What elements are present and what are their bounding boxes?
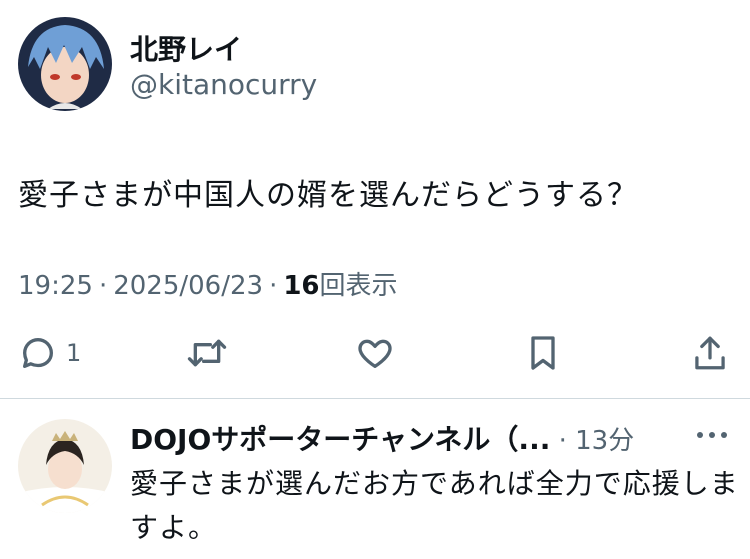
bookmark-icon [531, 336, 555, 370]
tweet-action-bar: 1 [0, 330, 750, 380]
more-options-button[interactable] [692, 425, 732, 449]
tweet-date[interactable]: 2025/06/23 [113, 271, 263, 301]
author-name[interactable]: 北野レイ [130, 28, 242, 68]
tweet-meta: 19:25 · 2025/06/23 · 16回表示 [18, 265, 398, 302]
reply-button[interactable]: 1 [18, 330, 81, 376]
views-count: 16 [283, 271, 320, 301]
more-icon [697, 432, 727, 438]
share-icon [695, 336, 725, 370]
divider [0, 398, 750, 399]
reply-meta-separator: · [550, 426, 576, 456]
retweet-icon [187, 339, 227, 367]
reply-icon [23, 338, 53, 368]
reply-count: 1 [66, 339, 82, 367]
reply-header: DOJOサポーターチャンネル（... · 13分 [130, 418, 634, 458]
like-button[interactable] [355, 330, 395, 376]
author-avatar[interactable] [18, 17, 112, 111]
retweet-button[interactable] [185, 330, 229, 376]
reply-text: 愛子さまが選んだお方であれば全力で応援しますよ。 [130, 467, 739, 544]
author-handle[interactable]: @kitanocurry [130, 68, 317, 101]
bookmark-button[interactable] [525, 330, 561, 376]
share-button[interactable] [692, 330, 728, 376]
meta-separator: · [98, 271, 108, 301]
meta-separator: · [269, 271, 278, 301]
like-icon [358, 339, 392, 368]
reply-time[interactable]: 13分 [575, 426, 634, 456]
views-label: 回表示 [319, 271, 398, 301]
reply-author-name[interactable]: DOJOサポーターチャンネル（... [130, 423, 550, 456]
tweet-text: 愛子さまが中国人の婿を選んだらどうする？ [18, 178, 638, 213]
tweet-time[interactable]: 19:25 [18, 271, 93, 301]
reply-author-avatar[interactable] [18, 419, 112, 513]
